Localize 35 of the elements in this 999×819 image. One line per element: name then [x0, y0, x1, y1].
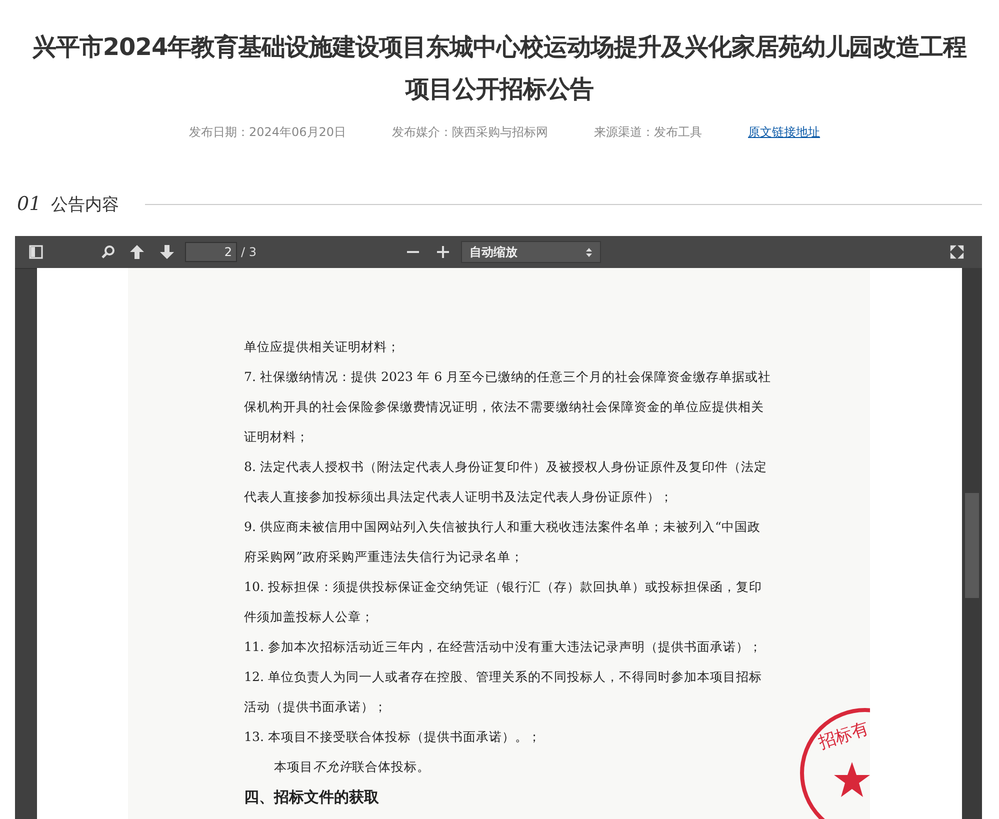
meta-info: 来源渠道：发布工具: [594, 124, 702, 141]
document-text: 13. 本项目不接受联合体投标（提供书面承诺）。；: [244, 728, 542, 746]
document-heading: 四、招标文件的获取: [244, 787, 379, 808]
page-total: / 3: [241, 245, 256, 259]
document-text: 9. 供应商未被信用中国网站列入失信被执行人和重大税收违法案件名单；未被列入“中国政: [244, 518, 760, 536]
document-text: 本项目 不允许联合体投标。: [273, 758, 430, 776]
up-arrow-icon[interactable]: [129, 244, 145, 260]
search-icon[interactable]: [101, 245, 115, 259]
dropdown-arrows-icon: [586, 248, 592, 256]
document-text: 府采购网”政府采购严重违法失信行为记录名单；: [244, 548, 524, 566]
zoom-in-icon[interactable]: [436, 246, 448, 258]
document-text: 10. 投标担保：须提供投标保证金交纳凭证（银行汇（存）款回执单）或投标担保函，复印: [244, 578, 762, 596]
document-text: 活动（提供书面承诺）；: [244, 698, 387, 716]
down-arrow-icon[interactable]: [159, 244, 175, 260]
scrollbar-thumb[interactable]: [965, 493, 979, 598]
seal-stamp: 招标有: [800, 708, 870, 819]
document-text: 11. 参加本次招标活动近三年内，在经营活动中没有重大违法记录声明（提供书面承诺）；: [244, 638, 762, 656]
document-text: 证明材料；: [244, 428, 309, 446]
document-text: 7. 社保缴纳情况：提供 2023 年 6 月至今已缴纳的任意三个月的社会保障资金缴存单据或社: [244, 368, 772, 386]
document-text: 代表人直接参加投标须出具法定代表人证明书及法定代表人身份证原件）；: [244, 488, 673, 506]
document-text: 保机构开具的社会保险参保缴费情况证明，依法不需要缴纳社会保障资金的单位应提供相关: [244, 398, 764, 416]
sidebar-toggle-icon[interactable]: [29, 245, 43, 259]
section-number: 01: [17, 193, 42, 215]
document-text: 单位应提供相关证明材料；: [244, 338, 400, 356]
fullscreen-icon[interactable]: [950, 245, 964, 259]
section-title: 公告内容: [51, 194, 120, 216]
meta-info: 发布媒介：陕西采购与招标网: [392, 124, 548, 141]
document-text: 8. 法定代表人授权书（附法定代表人身份证复印件）及被授权人身份证原件及复印件（法定: [244, 458, 768, 476]
source-link[interactable]: 原文链接地址: [748, 124, 820, 141]
zoom-select[interactable]: 自动缩放: [460, 241, 600, 263]
page-number-field[interactable]: 2: [185, 242, 237, 262]
document-text: 12. 单位负责人为同一人或者存在控股、管理关系的不同投标人，不得同时参加本项目招标: [244, 668, 762, 686]
announcement-title: 兴平市2024年教育基础设施建设项目东城中心校运动场提升及兴化家居苑幼儿园改造工程项目公开招标公告: [31, 32, 968, 105]
document-text: 件须加盖投标人公章；: [244, 608, 374, 626]
meta-info: 发布日期：2024年06月20日: [188, 124, 346, 141]
